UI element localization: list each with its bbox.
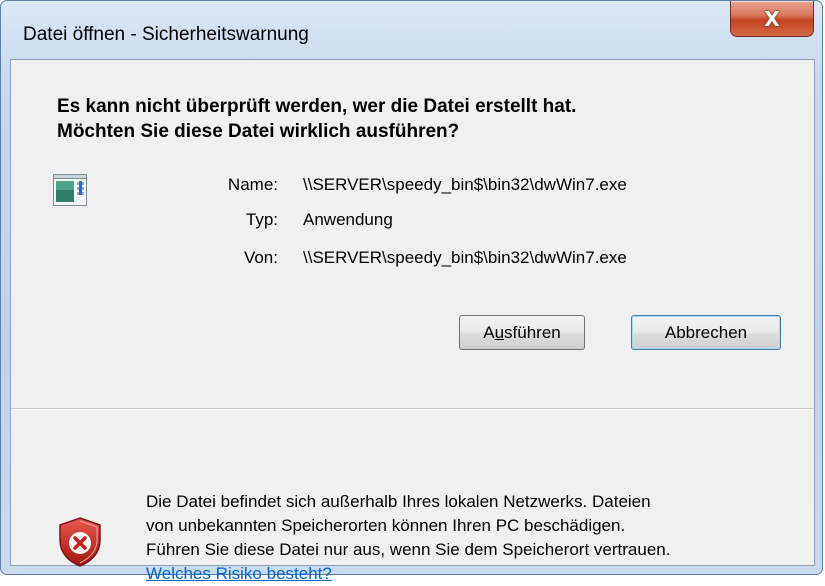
- warning-heading: Es kann nicht überprüft werden, wer die …: [57, 94, 576, 144]
- from-value: \\SERVER\speedy_bin$\bin32\dwWin7.exe: [303, 248, 627, 267]
- window-title: Datei öffnen - Sicherheitswarnung: [23, 24, 309, 45]
- run-label-prefix: A: [483, 322, 495, 342]
- name-label: Name:: [227, 175, 278, 194]
- cancel-button[interactable]: Abbrechen: [631, 315, 781, 350]
- close-button[interactable]: X: [730, 1, 814, 37]
- close-icon: X: [764, 6, 780, 31]
- name-value: \\SERVER\speedy_bin$\bin32\dwWin7.exe: [303, 175, 627, 194]
- type-label: Typ:: [245, 210, 278, 229]
- title-bar: Datei öffnen - Sicherheitswarnung X: [1, 1, 822, 59]
- run-label-mnemonic: u: [494, 322, 505, 342]
- upper-panel: Es kann nicht überprüft werden, wer die …: [11, 60, 814, 409]
- warning-text: Die Datei befindet sich außerhalb Ihres …: [146, 490, 806, 586]
- risk-info-link[interactable]: Welches Risiko besteht?: [146, 564, 332, 583]
- type-value: Anwendung: [303, 210, 393, 229]
- heading-line-1: Es kann nicht überprüft werden, wer die …: [57, 96, 577, 117]
- application-icon: [53, 174, 87, 206]
- security-warning-dialog: Datei öffnen - Sicherheitswarnung X Es k…: [0, 0, 823, 583]
- warning-line-1: Die Datei befindet sich außerhalb Ihres …: [146, 492, 651, 511]
- from-label: Von:: [243, 248, 278, 267]
- heading-line-2: Möchten Sie diese Datei wirklich ausführ…: [57, 121, 460, 142]
- run-label-suffix: sführen: [504, 322, 561, 342]
- security-shield-error-icon: [59, 517, 101, 567]
- warning-line-2: von unbekannten Speicherorten können Ihr…: [146, 516, 626, 535]
- warning-line-3: Führen Sie diese Datei nur aus, wenn Sie…: [146, 540, 671, 559]
- warning-panel: Die Datei befindet sich außerhalb Ihres …: [11, 410, 814, 583]
- run-button[interactable]: Au sführen: [459, 315, 585, 350]
- dialog-content: Es kann nicht überprüft werden, wer die …: [10, 59, 815, 583]
